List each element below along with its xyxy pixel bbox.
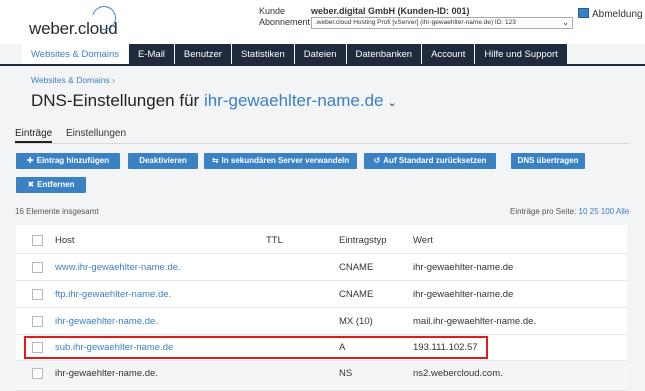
per-page-100[interactable]: 100 bbox=[601, 207, 614, 216]
row-checkbox[interactable] bbox=[32, 316, 43, 327]
value-cell: ihr-gewaehlter-name.de bbox=[413, 262, 514, 273]
plus-icon: ✚ bbox=[26, 156, 34, 165]
per-page-label: Einträge pro Seite: bbox=[510, 207, 577, 216]
table-row: ihr-gewaehlter-name.de. MX (10) mail.ihr… bbox=[16, 309, 627, 335]
remove-button[interactable]: ✖ Entfernen bbox=[16, 177, 86, 193]
nav-tab-benutzer[interactable]: Benutzer bbox=[174, 44, 231, 65]
table-header-row: Host TTL Eintragstyp Wert bbox=[16, 228, 627, 254]
top-header: weber.cloud Kunde weber.digital GmbH (Ku… bbox=[0, 0, 645, 44]
table-row: ftp.ihr-gewaehlter-name.de. CNAME ihr-ge… bbox=[16, 282, 627, 308]
highlight-box bbox=[24, 336, 488, 359]
table-row: ihr-gewaehlter-name.de. NS ns2.weberclou… bbox=[16, 361, 627, 391]
dns-transfer-button[interactable]: DNS übertragen bbox=[511, 153, 585, 169]
nav-tab-email[interactable]: E-Mail bbox=[129, 44, 174, 65]
table-row: www.ihr-gewaehlter-name.de. CNAME ihr-ge… bbox=[16, 255, 627, 281]
host-link[interactable]: ihr-gewaehlter-name.de. bbox=[55, 316, 158, 327]
column-type[interactable]: Eintragstyp bbox=[339, 235, 387, 246]
add-entry-button[interactable]: ✚ Eintrag hinzufügen bbox=[16, 153, 120, 169]
add-entry-label: Eintrag hinzufügen bbox=[36, 156, 110, 165]
page-title-prefix: DNS-Einstellungen für bbox=[31, 91, 200, 110]
column-host[interactable]: Host bbox=[55, 235, 75, 246]
per-page-all[interactable]: Alle bbox=[616, 207, 629, 216]
nav-tab-datenbanken[interactable]: Datenbanken bbox=[346, 44, 422, 65]
row-checkbox[interactable] bbox=[32, 262, 43, 273]
host-cell: ihr-gewaehlter-name.de. bbox=[55, 368, 158, 379]
subscription-select[interactable]: .weber.cloud Hosting Profi [vServer] (ih… bbox=[311, 17, 573, 29]
dns-table: Host TTL Eintragstyp Wert www.ihr-gewaeh… bbox=[16, 225, 627, 391]
nav-tab-dateien[interactable]: Dateien bbox=[294, 44, 346, 65]
nav-divider bbox=[0, 64, 645, 66]
total-count: 16 Elemente insgesamt bbox=[15, 207, 99, 216]
row-checkbox[interactable] bbox=[32, 289, 43, 300]
type-cell: CNAME bbox=[339, 262, 374, 273]
column-ttl[interactable]: TTL bbox=[266, 235, 283, 246]
page-title-domain: ihr-gewaehlter-name.de bbox=[203, 91, 384, 110]
per-page-selector: Einträge pro Seite: 10 25 100 Alle bbox=[510, 207, 629, 216]
row-checkbox[interactable] bbox=[32, 368, 43, 379]
nav-tab-account[interactable]: Account bbox=[422, 44, 475, 65]
subtab-divider bbox=[15, 143, 630, 144]
kunde-label: Kunde bbox=[259, 6, 286, 16]
type-cell: CNAME bbox=[339, 289, 374, 300]
nav-tab-statistiken[interactable]: Statistiken bbox=[231, 44, 294, 65]
tab-einstellungen[interactable]: Einstellungen bbox=[66, 128, 126, 139]
tab-eintraege[interactable]: Einträge bbox=[15, 128, 53, 143]
type-cell: MX (10) bbox=[339, 316, 373, 327]
chevron-down-icon: ⌄ bbox=[562, 18, 569, 27]
remove-icon: ✖ bbox=[27, 180, 35, 189]
logout-link[interactable]: Abmeldung bbox=[578, 8, 643, 20]
logout-label: Abmeldung bbox=[592, 9, 643, 20]
kunde-value: weber.digital GmbH (Kunden-ID: 001) bbox=[311, 6, 470, 16]
page-title: DNS-Einstellungen für ihr-gewaehlter-nam… bbox=[31, 91, 397, 111]
column-value[interactable]: Wert bbox=[413, 235, 433, 246]
host-link[interactable]: ftp.ihr-gewaehlter-name.de. bbox=[55, 289, 171, 300]
reset-default-button[interactable]: ↺ Auf Standard zurücksetzen bbox=[364, 153, 496, 169]
convert-icon: ⇆ bbox=[211, 156, 219, 165]
dns-transfer-label: DNS übertragen bbox=[517, 156, 579, 165]
host-link[interactable]: www.ihr-gewaehlter-name.de. bbox=[55, 262, 181, 273]
subscription-value: .weber.cloud Hosting Profi [vServer] (ih… bbox=[315, 19, 516, 26]
reset-default-label: Auf Standard zurücksetzen bbox=[383, 156, 487, 165]
value-cell: mail.ihr-gewaehlter-name.de. bbox=[413, 316, 537, 327]
per-page-10[interactable]: 10 bbox=[579, 207, 588, 216]
value-cell: ns2.webercloud.com. bbox=[413, 368, 503, 379]
type-cell: NS bbox=[339, 368, 353, 379]
remove-label: Entfernen bbox=[37, 180, 75, 189]
deactivate-button[interactable]: Deaktivieren bbox=[128, 153, 198, 169]
nav-tab-websites-domains[interactable]: Websites & Domains bbox=[22, 44, 128, 65]
main-nav: Websites & Domains E-Mail Benutzer Stati… bbox=[22, 44, 568, 65]
value-cell: ihr-gewaehlter-name.de bbox=[413, 289, 514, 300]
deactivate-label: Deaktivieren bbox=[139, 156, 187, 165]
select-all-checkbox[interactable] bbox=[32, 235, 43, 246]
breadcrumb[interactable]: Websites & Domains › bbox=[31, 75, 115, 85]
abonnement-label: Abonnement bbox=[259, 17, 311, 27]
logout-icon bbox=[578, 8, 589, 18]
chevron-down-icon[interactable]: ⌄ bbox=[387, 97, 396, 109]
reset-icon: ↺ bbox=[373, 156, 381, 165]
per-page-25[interactable]: 25 bbox=[590, 207, 599, 216]
secondary-server-button[interactable]: ⇆ In sekundären Server verwandeln bbox=[204, 153, 357, 169]
nav-tab-hilfe-support[interactable]: Hilfe und Support bbox=[475, 44, 567, 65]
secondary-server-label: In sekundären Server verwandeln bbox=[221, 156, 350, 165]
